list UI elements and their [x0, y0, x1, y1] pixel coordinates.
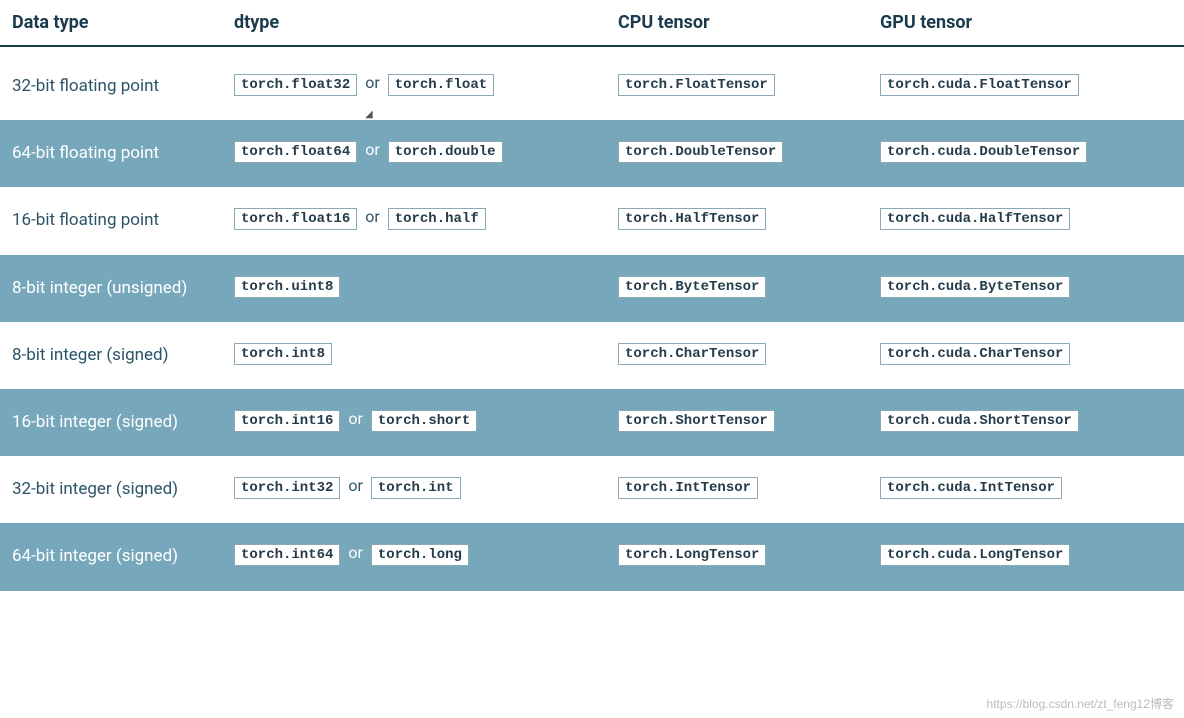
dtype-alt-code: torch.short [371, 410, 477, 432]
table-row: 32-bit floating point torch.float32 or t… [0, 47, 1184, 120]
dtype-code: torch.int8 [234, 343, 332, 365]
table-row: 16-bit floating point torch.float16 or t… [0, 187, 1184, 254]
data-type-label: 32-bit floating point [12, 73, 234, 100]
gpu-cell: torch.cuda.LongTensor [880, 543, 1160, 566]
data-type-label: 64-bit integer (signed) [12, 543, 234, 570]
table-row: 8-bit integer (signed) torch.int8 torch.… [0, 322, 1184, 389]
dtype-code: torch.int64 [234, 544, 340, 566]
dtype-alt-code: torch.long [371, 544, 469, 566]
gpu-cell: torch.cuda.HalfTensor [880, 207, 1160, 230]
cpu-tensor-code: torch.IntTensor [618, 477, 758, 499]
header-cpu-tensor: CPU tensor [618, 12, 880, 33]
dtype-cell: torch.int64 or torch.long [234, 543, 618, 566]
data-type-label: 8-bit integer (signed) [12, 342, 234, 369]
gpu-tensor-code: torch.cuda.DoubleTensor [880, 141, 1087, 163]
gpu-cell: torch.cuda.ShortTensor [880, 409, 1160, 432]
cpu-cell: torch.IntTensor [618, 476, 880, 499]
table-row: 16-bit integer (signed) torch.int16 or t… [0, 389, 1184, 456]
gpu-tensor-code: torch.cuda.ShortTensor [880, 410, 1079, 432]
gpu-cell: torch.cuda.FloatTensor [880, 73, 1160, 96]
header-data-type: Data type [12, 12, 234, 33]
data-type-label: 32-bit integer (signed) [12, 476, 234, 503]
gpu-cell: torch.cuda.IntTensor [880, 476, 1160, 499]
tensor-types-table: Data type dtype CPU tensor GPU tensor 32… [0, 0, 1184, 591]
watermark-text: https://blog.csdn.net/zt_feng12博客 [987, 695, 1174, 712]
table-row: 8-bit integer (unsigned) torch.uint8 tor… [0, 255, 1184, 322]
cpu-tensor-code: torch.FloatTensor [618, 74, 775, 96]
gpu-cell: torch.cuda.ByteTensor [880, 275, 1160, 298]
dtype-code: torch.float16 [234, 208, 357, 230]
dtype-alt-code: torch.half [388, 208, 486, 230]
cpu-tensor-code: torch.HalfTensor [618, 208, 766, 230]
dtype-cell: torch.int8 [234, 342, 618, 365]
dtype-cell: torch.uint8 [234, 275, 618, 298]
or-text: or [348, 543, 363, 562]
dtype-code: torch.float64 [234, 141, 357, 163]
gpu-tensor-code: torch.cuda.CharTensor [880, 343, 1070, 365]
gpu-cell: torch.cuda.DoubleTensor [880, 140, 1160, 163]
cpu-cell: torch.ByteTensor [618, 275, 880, 298]
table-row: 32-bit integer (signed) torch.int32 or t… [0, 456, 1184, 523]
gpu-tensor-code: torch.cuda.LongTensor [880, 544, 1070, 566]
gpu-cell: torch.cuda.CharTensor [880, 342, 1160, 365]
gpu-tensor-code: torch.cuda.HalfTensor [880, 208, 1070, 230]
dtype-code: torch.int16 [234, 410, 340, 432]
table-row: 64-bit integer (signed) torch.int64 or t… [0, 523, 1184, 590]
cpu-cell: torch.CharTensor [618, 342, 880, 365]
cpu-cell: torch.DoubleTensor [618, 140, 880, 163]
dtype-code: torch.uint8 [234, 276, 340, 298]
header-gpu-tensor: GPU tensor [880, 12, 1160, 33]
or-text: or [365, 73, 380, 92]
dtype-alt-code: torch.int [371, 477, 461, 499]
dtype-cell: torch.int32 or torch.int [234, 476, 618, 499]
dtype-alt-code: torch.float [388, 74, 494, 96]
gpu-tensor-code: torch.cuda.FloatTensor [880, 74, 1079, 96]
gpu-tensor-code: torch.cuda.ByteTensor [880, 276, 1070, 298]
cpu-tensor-code: torch.ShortTensor [618, 410, 775, 432]
cpu-cell: torch.LongTensor [618, 543, 880, 566]
or-text: or [348, 476, 363, 495]
dtype-code: torch.int32 [234, 477, 340, 499]
data-type-label: 16-bit integer (signed) [12, 409, 234, 436]
table-header-row: Data type dtype CPU tensor GPU tensor [0, 0, 1184, 47]
cpu-cell: torch.HalfTensor [618, 207, 880, 230]
dtype-cell: torch.int16 or torch.short [234, 409, 618, 432]
dtype-code: torch.float32 [234, 74, 357, 96]
cpu-tensor-code: torch.CharTensor [618, 343, 766, 365]
data-type-label: 16-bit floating point [12, 207, 234, 234]
table-row: 64-bit floating point torch.float64 or t… [0, 120, 1184, 187]
table-body: 32-bit floating point torch.float32 or t… [0, 47, 1184, 591]
dtype-cell: torch.float16 or torch.half [234, 207, 618, 230]
gpu-tensor-code: torch.cuda.IntTensor [880, 477, 1062, 499]
or-text: or [348, 409, 363, 428]
cpu-cell: torch.FloatTensor [618, 73, 880, 96]
data-type-label: 64-bit floating point [12, 140, 234, 167]
data-type-label: 8-bit integer (unsigned) [12, 275, 234, 302]
dtype-alt-code: torch.double [388, 141, 503, 163]
cpu-tensor-code: torch.ByteTensor [618, 276, 766, 298]
or-text: or [365, 140, 380, 159]
or-text: or [365, 207, 380, 226]
dtype-cell: torch.float64 or torch.double [234, 140, 618, 163]
dtype-cell: torch.float32 or torch.float [234, 73, 618, 96]
cpu-tensor-code: torch.DoubleTensor [618, 141, 783, 163]
cpu-tensor-code: torch.LongTensor [618, 544, 766, 566]
cpu-cell: torch.ShortTensor [618, 409, 880, 432]
header-dtype: dtype [234, 12, 618, 33]
